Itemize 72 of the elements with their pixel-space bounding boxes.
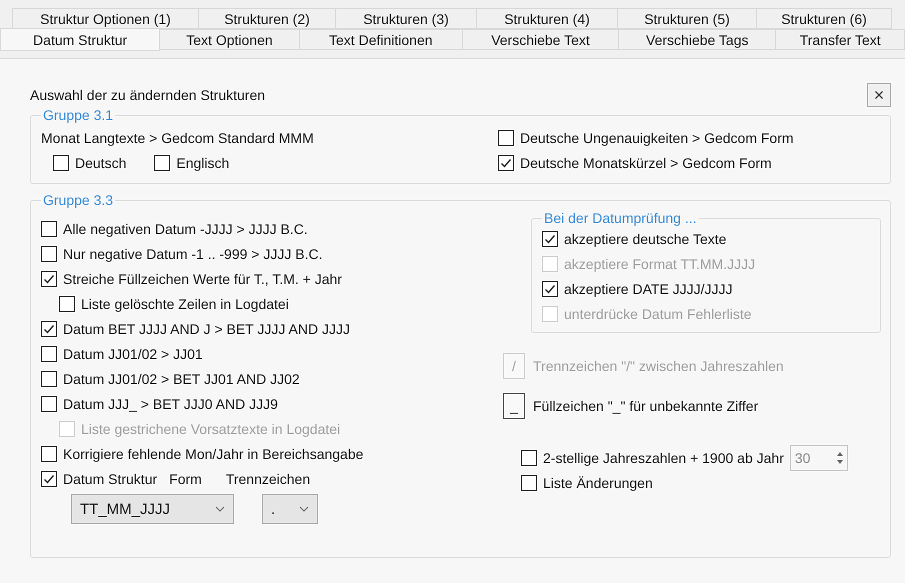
tab[interactable]: Strukturen (4)	[477, 8, 618, 29]
option-label: Alle negativen Datum -JJJJ > JJJJ B.C.	[63, 220, 308, 236]
option-label: Monat Langtexte > Gedcom Standard MMM	[41, 130, 314, 146]
tab[interactable]: Text Definitionen	[300, 29, 463, 50]
option-label: Datum JJ01/02 > BET JJ01 AND JJ02	[63, 370, 300, 386]
tab[interactable]: Text Optionen	[160, 29, 300, 50]
checkbox[interactable]	[41, 270, 57, 286]
option-label: Korrigiere fehlende Mon/Jahr in Bereichsangabe	[63, 446, 364, 462]
tab[interactable]: Strukturen (2)	[199, 8, 336, 29]
field-label: Trennzeichen	[226, 470, 310, 486]
section-heading: Auswahl der zu ändernden Strukturen	[30, 87, 266, 103]
tab[interactable]: Strukturen (5)	[618, 8, 757, 29]
checkbox[interactable]	[542, 230, 558, 246]
option-label: 2-stellige Jahreszahlen + 1900 ab Jahr	[543, 450, 784, 466]
checkbox[interactable]	[41, 320, 57, 336]
option-label: Datum BET JJJJ AND J > BET JJJJ AND JJJJ	[63, 320, 350, 336]
checkmark-icon	[544, 232, 556, 244]
checkbox[interactable]	[59, 296, 75, 312]
option-label: Deutsche Ungenauigkeiten > Gedcom Form	[520, 130, 794, 146]
checkmark-icon	[43, 472, 55, 484]
option-label: Englisch	[176, 154, 230, 170]
option-label: unterdrücke Datum Fehlerliste	[564, 306, 752, 322]
group-title: Bei der Datumprüfung ...	[543, 210, 698, 226]
checkbox[interactable]	[542, 280, 558, 296]
tab[interactable]: Verschiebe Text	[462, 29, 620, 50]
tab[interactable]: Struktur Optionen (1)	[12, 8, 199, 29]
option-label: Liste gestrichene Vorsatztexte in Logdatei	[81, 420, 340, 436]
checkmark-icon	[500, 156, 512, 168]
chevron-down-icon	[215, 506, 225, 512]
option-label: Nur negative Datum -1 .. -999 > JJJJ B.C.	[63, 246, 322, 262]
checkbox[interactable]	[41, 220, 57, 236]
option-label: Deutsch	[75, 154, 126, 170]
checkbox[interactable]	[41, 396, 57, 412]
checkbox[interactable]	[154, 154, 170, 170]
checkbox[interactable]	[498, 130, 514, 146]
checkbox[interactable]	[53, 154, 69, 170]
option-label: Trennzeichen "/" zwischen Jahreszahlen	[533, 358, 784, 374]
group-title: Gruppe 3.3	[42, 192, 114, 208]
option-label: akzeptiere deutsche Texte	[564, 230, 726, 246]
close-button[interactable]: ×	[867, 83, 891, 107]
separator-dropdown[interactable]: .	[262, 494, 318, 524]
checkbox[interactable]	[498, 154, 514, 170]
checkmark-icon	[43, 272, 55, 284]
option-label: Liste Änderungen	[543, 474, 653, 490]
checkbox[interactable]	[41, 346, 57, 362]
checkmark-icon	[544, 282, 556, 294]
checkmark-icon	[43, 322, 55, 334]
option-label: Liste gelöschte Zeilen in Logdatei	[81, 296, 289, 312]
option-label: akzeptiere DATE JJJJ/JJJJ	[564, 280, 733, 296]
checkbox[interactable]	[41, 370, 57, 386]
field-label: Form	[169, 470, 202, 486]
option-label: akzeptiere Format TT.MM.JJJJ	[564, 256, 756, 272]
tab[interactable]: Transfer Text	[776, 29, 905, 50]
group-title: Gruppe 3.1	[42, 107, 114, 123]
form-dropdown[interactable]: TT_MM_JJJJ	[71, 494, 234, 524]
option-label: Streiche Füllzeichen Werte für T., T.M. + Jahr	[63, 270, 342, 286]
toggle-button[interactable]: _	[503, 393, 525, 419]
option-label: Datum JJ01/02 > JJ01	[63, 346, 203, 362]
tab[interactable]: Strukturen (6)	[757, 8, 892, 29]
tab[interactable]: Datum Struktur	[0, 28, 160, 51]
option-label: Datum JJJ_ > BET JJJ0 AND JJJ9	[63, 396, 278, 412]
checkbox[interactable]	[521, 450, 537, 466]
option-label: Füllzeichen "_" für unbekannte Ziffer	[533, 398, 758, 414]
option-label: Deutsche Monatskürzel > Gedcom Form	[520, 154, 772, 170]
checkbox[interactable]	[41, 470, 57, 486]
checkbox[interactable]	[41, 246, 57, 262]
tab[interactable]: Strukturen (3)	[336, 8, 477, 29]
checkbox[interactable]	[521, 474, 537, 490]
chevron-down-icon	[299, 506, 309, 512]
tab[interactable]: Verschiebe Tags	[619, 29, 776, 50]
option-label: Datum Struktur	[63, 470, 158, 486]
checkbox[interactable]	[41, 446, 57, 462]
